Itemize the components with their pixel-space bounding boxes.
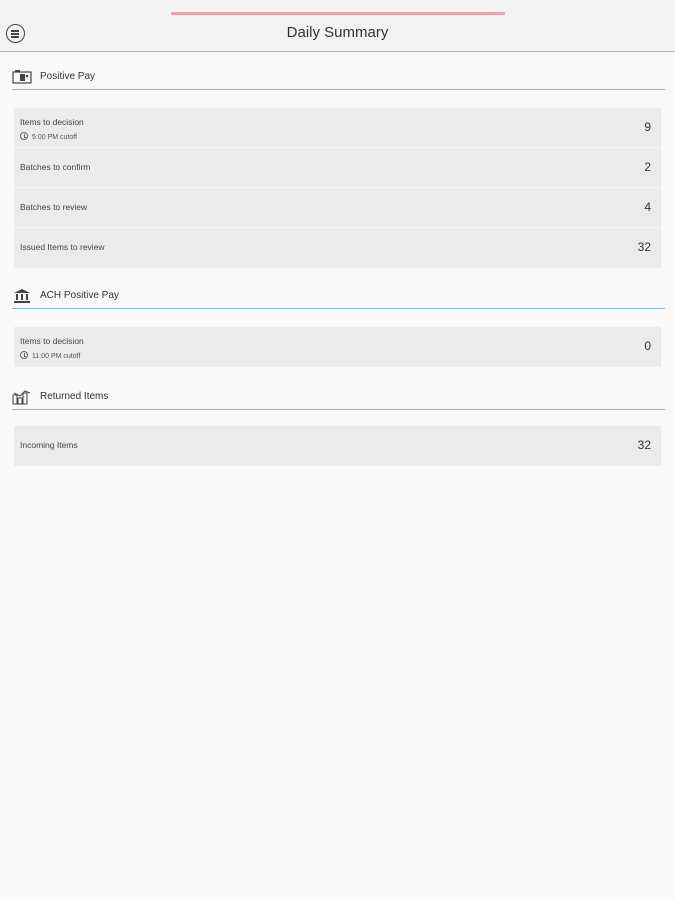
- header-bar: Daily Summary: [0, 0, 675, 52]
- cutoff-time: 5:00 PM cutoff: [20, 132, 77, 141]
- check-camera-icon: [12, 70, 32, 84]
- row-count: 2: [644, 160, 651, 174]
- section-header-positive-pay: Positive Pay: [12, 69, 665, 90]
- clock-icon: [20, 351, 28, 359]
- ach-positive-pay-card: Items to decision 11:00 PM cutoff 0: [14, 327, 661, 367]
- row-count: 0: [644, 339, 651, 353]
- returned-chart-icon: [12, 390, 31, 405]
- row-count: 32: [637, 438, 651, 452]
- row-label: Issued Items to review: [20, 242, 105, 252]
- row-label: Batches to review: [20, 202, 88, 212]
- returned-items-card: Incoming Items 32: [14, 426, 661, 466]
- section-title: ACH Positive Pay: [40, 290, 119, 301]
- section-header-returned-items: Returned Items: [12, 389, 665, 410]
- row-count: 4: [644, 200, 651, 214]
- clock-icon: [20, 132, 28, 140]
- row-batches-to-confirm[interactable]: Batches to confirm 2: [14, 148, 661, 188]
- row-batches-to-review[interactable]: Batches to review 4: [14, 188, 661, 228]
- section-title: Returned Items: [40, 391, 109, 402]
- positive-pay-card: Items to decision 5:00 PM cutoff 9 Batch…: [14, 108, 661, 268]
- row-label: Incoming Items: [20, 440, 78, 450]
- row-count: 32: [637, 240, 651, 254]
- row-count: 9: [644, 120, 651, 134]
- row-items-to-decision[interactable]: Items to decision 5:00 PM cutoff 9: [14, 108, 661, 148]
- section-title: Positive Pay: [40, 71, 96, 82]
- bank-building-icon: [14, 289, 30, 303]
- cutoff-time: 11:00 PM cutoff: [20, 351, 80, 360]
- row-ach-items-to-decision[interactable]: Items to decision 11:00 PM cutoff 0: [14, 327, 661, 367]
- row-incoming-items[interactable]: Incoming Items 32: [14, 426, 661, 466]
- row-label: Batches to confirm: [20, 162, 91, 172]
- row-label: Items to decision: [20, 336, 84, 346]
- accent-bar: [171, 12, 505, 15]
- page-title: Daily Summary: [286, 24, 389, 41]
- row-label: Items to decision: [20, 117, 84, 127]
- row-issued-items-to-review[interactable]: Issued Items to review 32: [14, 228, 661, 268]
- section-header-ach-positive-pay: ACH Positive Pay: [12, 288, 665, 309]
